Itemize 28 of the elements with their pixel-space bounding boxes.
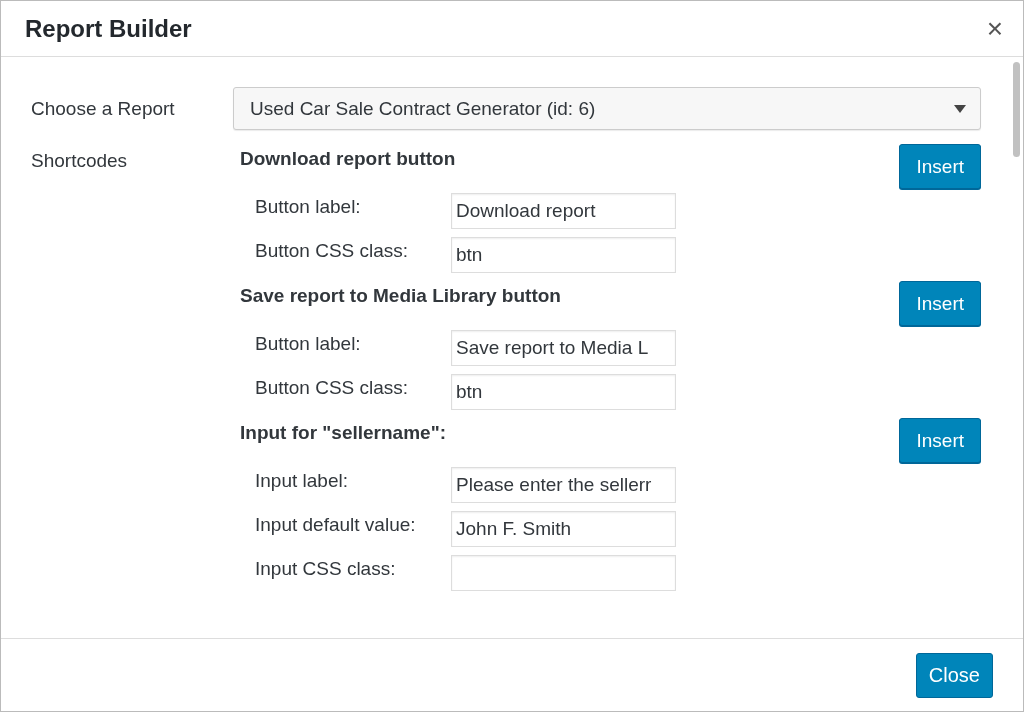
insert-button[interactable]: Insert	[899, 281, 981, 326]
close-button[interactable]: ×	[982, 14, 1007, 43]
insert-button[interactable]: Insert	[899, 144, 981, 189]
field-label: Button CSS class:	[255, 239, 410, 262]
shortcodes-label: Shortcodes	[31, 149, 129, 173]
field-label: Button label:	[255, 332, 362, 355]
report-label: Choose a Report	[31, 97, 176, 121]
input-field[interactable]: btn	[451, 374, 676, 410]
input-field[interactable]	[451, 555, 676, 591]
section-title: Input for "sellername":	[240, 421, 446, 444]
input-field[interactable]: btn	[451, 237, 676, 273]
input-field[interactable]: Save report to Media L	[451, 330, 676, 366]
field-label: Button label:	[255, 195, 362, 218]
section-title: Download report button	[240, 147, 456, 170]
close-button[interactable]: Close	[915, 652, 993, 698]
window-title: Report Builder	[25, 14, 192, 43]
input-field[interactable]: Download report	[451, 193, 676, 229]
field-label: Input label:	[255, 469, 349, 492]
input-field[interactable]: Please enter the sellerr	[451, 467, 676, 503]
field-label: Input CSS class:	[255, 557, 397, 580]
report-dropdown[interactable]: Used Car Sale Contract Generator (id: 6)	[233, 87, 981, 130]
field-label: Button CSS class:	[255, 376, 410, 399]
input-field[interactable]: John F. Smith	[451, 511, 676, 547]
field-label: Input default value:	[255, 513, 417, 536]
caret-icon	[954, 104, 966, 113]
scrollbar-thumb[interactable]	[1013, 62, 1020, 157]
section-title: Save report to Media Library button	[240, 284, 561, 307]
insert-button[interactable]: Insert	[899, 418, 981, 463]
